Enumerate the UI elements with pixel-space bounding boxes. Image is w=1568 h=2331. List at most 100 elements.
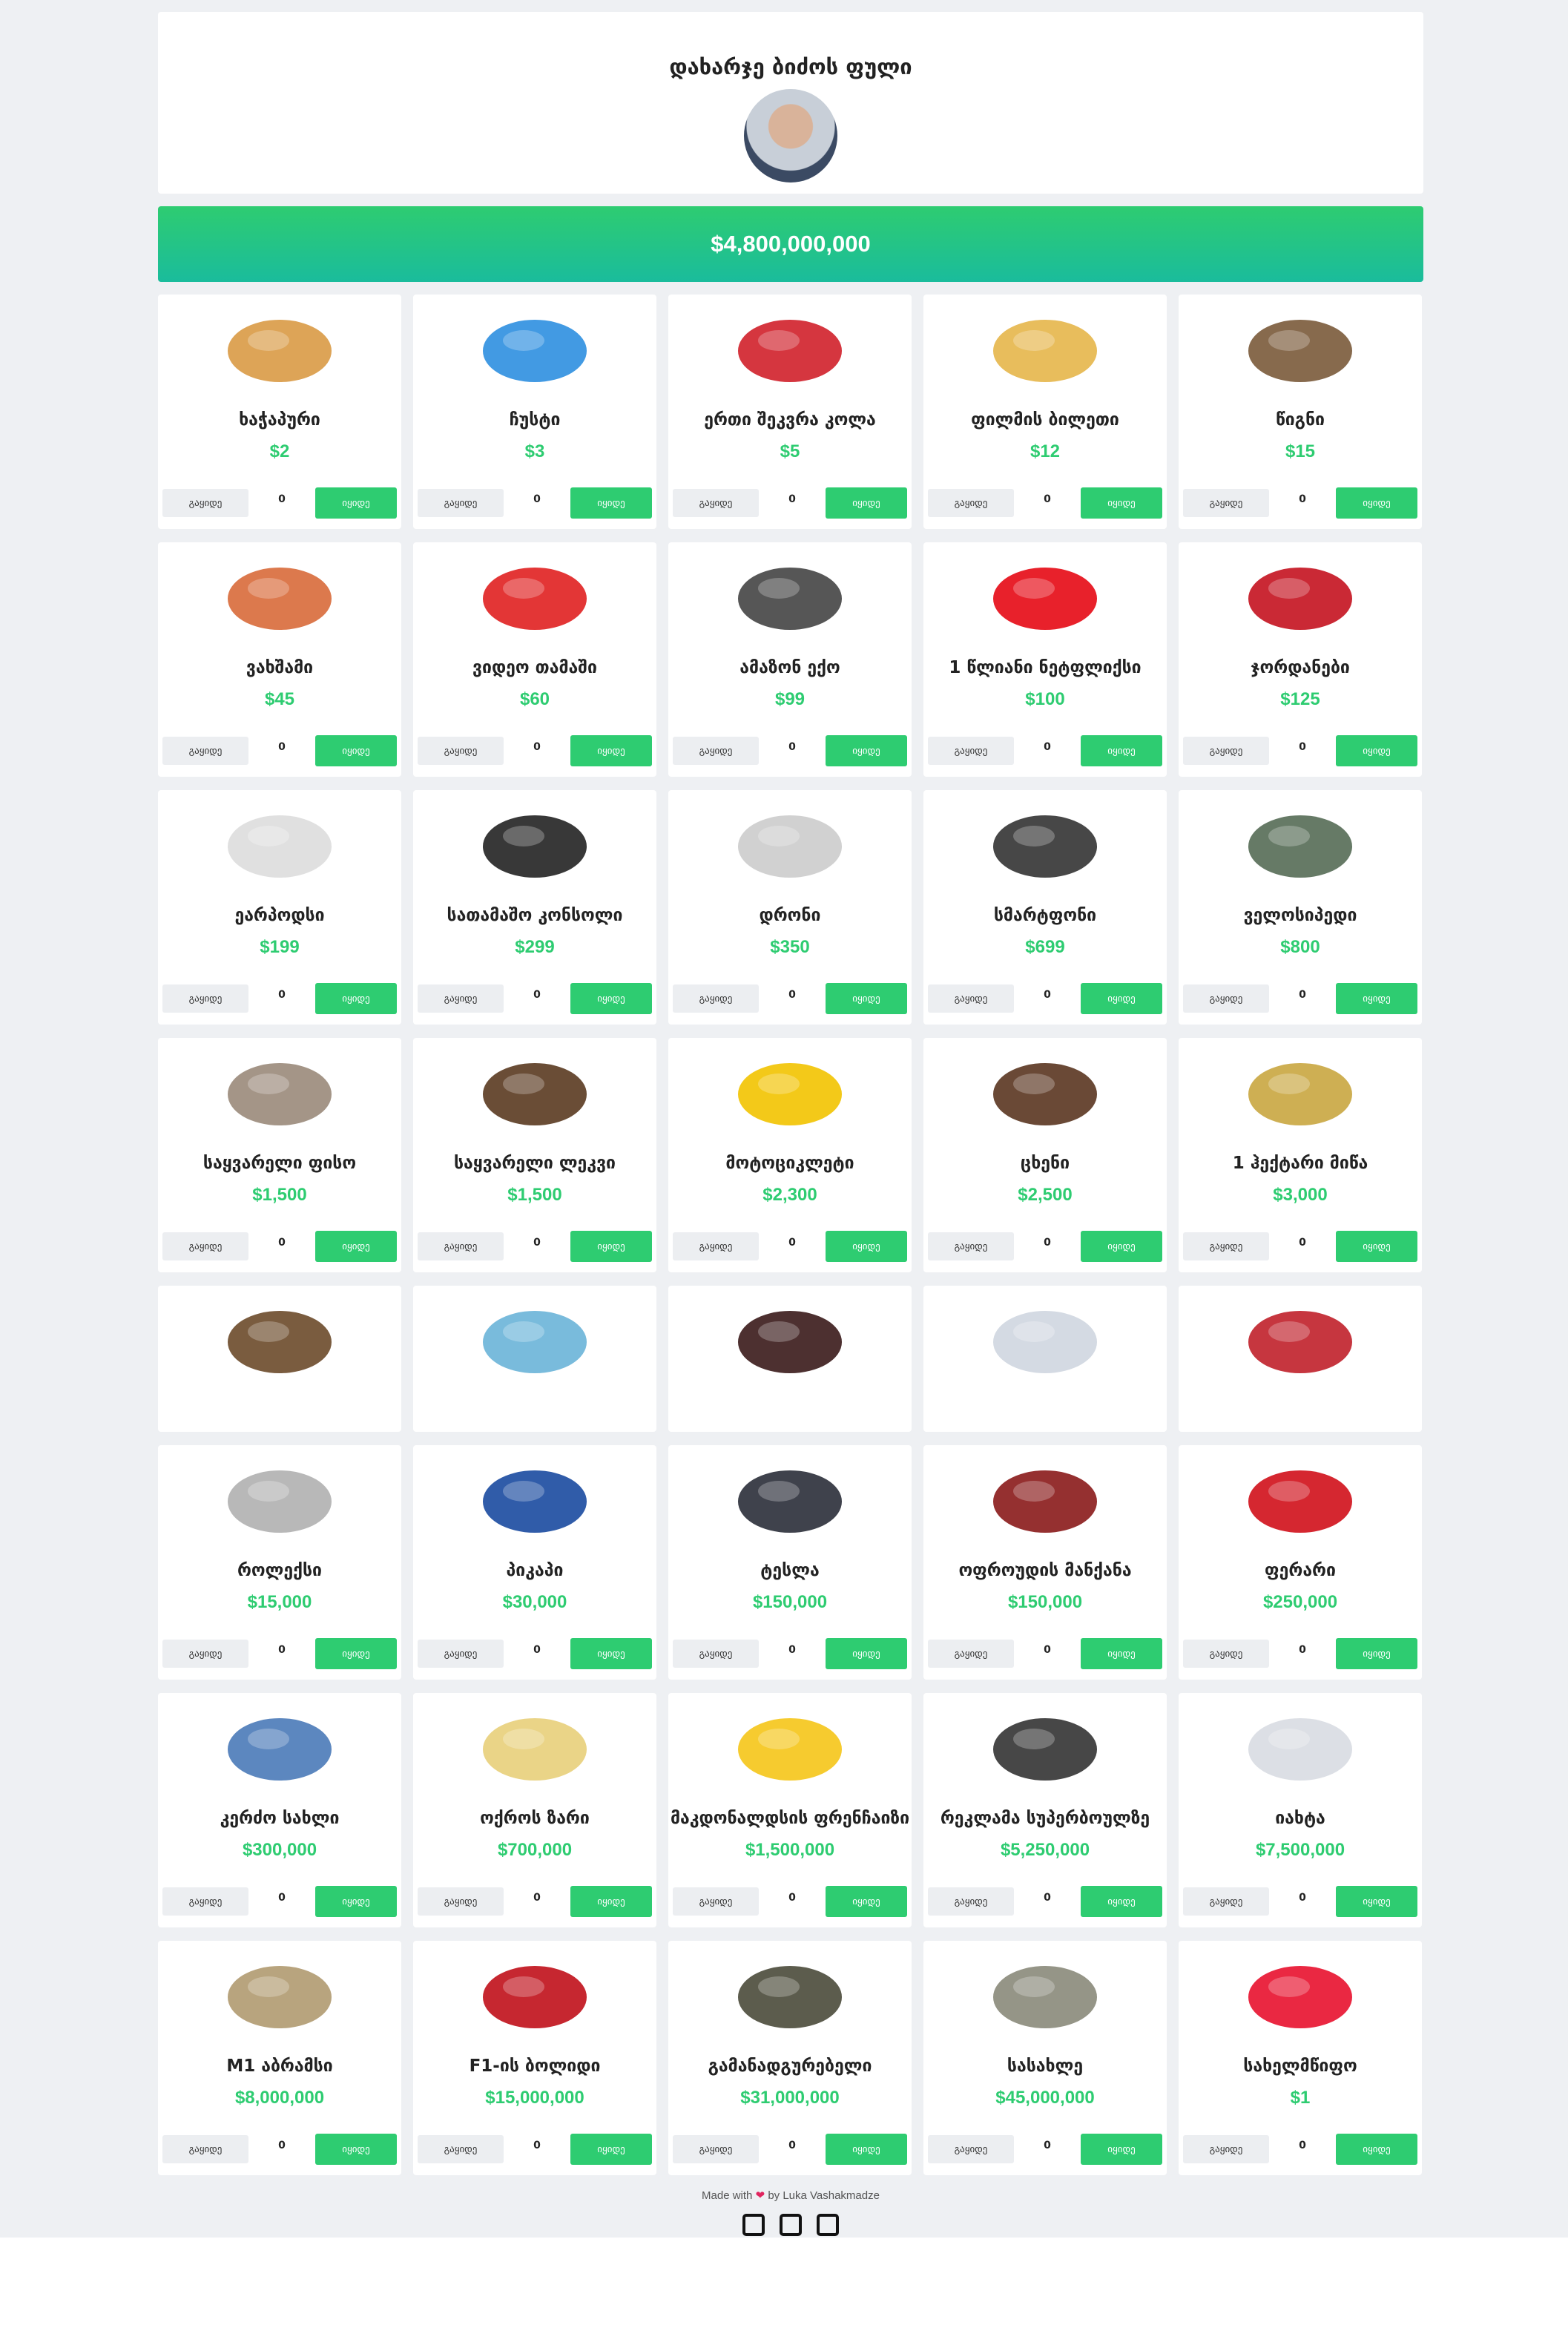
buy-button[interactable]: იყიდე bbox=[1081, 1886, 1162, 1917]
item-count: 0 bbox=[533, 1237, 541, 1249]
sell-button[interactable]: გაყიდე bbox=[418, 489, 504, 517]
sell-button[interactable]: გაყიდე bbox=[1183, 2135, 1269, 2163]
item-card: ფილმის ბილეთი $12 გაყიდე 0 იყიდე bbox=[923, 295, 1167, 529]
sell-button[interactable]: გაყიდე bbox=[928, 489, 1014, 517]
sell-button[interactable]: გაყიდე bbox=[162, 2135, 248, 2163]
sell-button[interactable]: გაყიდე bbox=[673, 737, 759, 765]
sell-button[interactable]: გაყიდე bbox=[928, 1232, 1014, 1260]
item-image bbox=[413, 1941, 656, 2040]
sell-button[interactable]: გაყიდე bbox=[1183, 1640, 1269, 1668]
buy-button[interactable]: იყიდე bbox=[570, 1231, 652, 1262]
item-price: $12 bbox=[1030, 441, 1061, 461]
item-controls: გაყიდე 0 იყიდე bbox=[928, 735, 1162, 766]
sell-button[interactable]: გაყიდე bbox=[162, 737, 248, 765]
buy-button[interactable]: იყიდე bbox=[826, 1886, 907, 1917]
buy-button[interactable]: იყიდე bbox=[826, 1638, 907, 1669]
sell-button[interactable]: გაყიდე bbox=[1183, 737, 1269, 765]
smartphone-icon bbox=[993, 815, 1097, 878]
item-image bbox=[668, 295, 912, 394]
buy-button[interactable]: იყიდე bbox=[1081, 2134, 1162, 2165]
buy-button[interactable]: იყიდე bbox=[315, 735, 397, 766]
buy-button[interactable]: იყიდე bbox=[826, 983, 907, 1014]
sell-button[interactable]: გაყიდე bbox=[418, 2135, 504, 2163]
sell-button[interactable]: გაყიდე bbox=[673, 489, 759, 517]
buy-button[interactable]: იყიდე bbox=[1336, 983, 1417, 1014]
item-price: $3,000 bbox=[1273, 1185, 1328, 1205]
instagram-icon[interactable] bbox=[817, 2214, 839, 2236]
item-controls: გაყიდე 0 იყიდე bbox=[928, 1638, 1162, 1669]
item-image bbox=[1179, 542, 1422, 642]
buy-button[interactable]: იყიდე bbox=[1336, 487, 1417, 519]
buy-button[interactable]: იყიდე bbox=[1336, 1886, 1417, 1917]
sell-button[interactable]: გაყიდე bbox=[162, 984, 248, 1013]
item-count: 0 bbox=[1044, 989, 1051, 1001]
sell-button[interactable]: გაყიდე bbox=[928, 984, 1014, 1013]
item-image bbox=[923, 1693, 1167, 1792]
item-image bbox=[668, 1038, 912, 1137]
buy-button[interactable]: იყიდე bbox=[1336, 735, 1417, 766]
buy-button[interactable]: იყიდე bbox=[1081, 983, 1162, 1014]
sell-button[interactable]: გაყიდე bbox=[418, 1640, 504, 1668]
item-image bbox=[158, 1286, 401, 1385]
item-count: 0 bbox=[533, 493, 541, 505]
buy-button[interactable]: იყიდე bbox=[1081, 1638, 1162, 1669]
item-card: რეკლამა სუპერბოულზე $5,250,000 გაყიდე 0 იყიდ… bbox=[923, 1693, 1167, 1927]
item-price: $300,000 bbox=[242, 1840, 317, 1860]
buy-button[interactable]: იყიდე bbox=[570, 983, 652, 1014]
buy-button[interactable]: იყიდე bbox=[315, 1638, 397, 1669]
rickshaw-icon bbox=[738, 1063, 842, 1125]
sell-button[interactable]: გაყიდე bbox=[418, 737, 504, 765]
sell-button[interactable]: გაყიდე bbox=[418, 984, 504, 1013]
sell-button[interactable]: გაყიდე bbox=[928, 737, 1014, 765]
item-controls: გაყიდე 0 იყიდე bbox=[418, 2134, 652, 2165]
buy-button[interactable]: იყიდე bbox=[826, 487, 907, 519]
buy-button[interactable]: იყიდე bbox=[315, 1231, 397, 1262]
item-image bbox=[413, 295, 656, 394]
buy-button[interactable]: იყიდე bbox=[826, 1231, 907, 1262]
buy-button[interactable]: იყიდე bbox=[315, 2134, 397, 2165]
item-card: ეარპოდსი $199 გაყიდე 0 იყიდე bbox=[158, 790, 401, 1025]
sell-button[interactable]: გაყიდე bbox=[1183, 489, 1269, 517]
item-name: ფილმის ბილეთი bbox=[971, 410, 1119, 430]
buy-button[interactable]: იყიდე bbox=[570, 487, 652, 519]
buy-button[interactable]: იყიდე bbox=[826, 2134, 907, 2165]
sell-button[interactable]: გაყიდე bbox=[673, 2135, 759, 2163]
sell-button[interactable]: გაყიდე bbox=[673, 1232, 759, 1260]
item-controls: გაყიდე 0 იყიდე bbox=[418, 735, 652, 766]
sell-button[interactable]: გაყიდე bbox=[928, 1640, 1014, 1668]
sell-button[interactable]: გაყიდე bbox=[673, 1640, 759, 1668]
sell-button[interactable]: გაყიდე bbox=[1183, 984, 1269, 1013]
buy-button[interactable]: იყიდე bbox=[1081, 1231, 1162, 1262]
buy-button[interactable]: იყიდე bbox=[315, 1886, 397, 1917]
sell-button[interactable]: გაყიდე bbox=[673, 984, 759, 1013]
buy-button[interactable]: იყიდე bbox=[570, 1638, 652, 1669]
buy-button[interactable]: იყიდე bbox=[1081, 735, 1162, 766]
github-icon[interactable] bbox=[780, 2214, 802, 2236]
sell-button[interactable]: გაყიდე bbox=[162, 1887, 248, 1916]
sell-button[interactable]: გაყიდე bbox=[1183, 1232, 1269, 1260]
buy-button[interactable]: იყიდე bbox=[1336, 1638, 1417, 1669]
sell-button[interactable]: გაყიდე bbox=[928, 1887, 1014, 1916]
sell-button[interactable]: გაყიდე bbox=[418, 1232, 504, 1260]
buy-button[interactable]: იყიდე bbox=[1081, 487, 1162, 519]
buy-button[interactable]: იყიდე bbox=[570, 1886, 652, 1917]
game-console-icon bbox=[483, 815, 587, 878]
facebook-icon[interactable] bbox=[742, 2214, 765, 2236]
item-count: 0 bbox=[278, 1237, 286, 1249]
sell-button[interactable]: გაყიდე bbox=[418, 1887, 504, 1916]
buy-button[interactable]: იყიდე bbox=[315, 983, 397, 1014]
sell-button[interactable]: გაყიდე bbox=[162, 1640, 248, 1668]
item-card: ერთი შეკვრა კოლა $5 გაყიდე 0 იყიდე bbox=[668, 295, 912, 529]
buy-button[interactable]: იყიდე bbox=[826, 735, 907, 766]
item-price: $250,000 bbox=[1262, 1592, 1338, 1612]
buy-button[interactable]: იყიდე bbox=[315, 487, 397, 519]
sell-button[interactable]: გაყიდე bbox=[162, 489, 248, 517]
buy-button[interactable]: იყიდე bbox=[570, 2134, 652, 2165]
buy-button[interactable]: იყიდე bbox=[1336, 2134, 1417, 2165]
sell-button[interactable]: გაყიდე bbox=[162, 1232, 248, 1260]
sell-button[interactable]: გაყიდე bbox=[928, 2135, 1014, 2163]
sell-button[interactable]: გაყიდე bbox=[1183, 1887, 1269, 1916]
sell-button[interactable]: გაყიდე bbox=[673, 1887, 759, 1916]
buy-button[interactable]: იყიდე bbox=[1336, 1231, 1417, 1262]
buy-button[interactable]: იყიდე bbox=[570, 735, 652, 766]
